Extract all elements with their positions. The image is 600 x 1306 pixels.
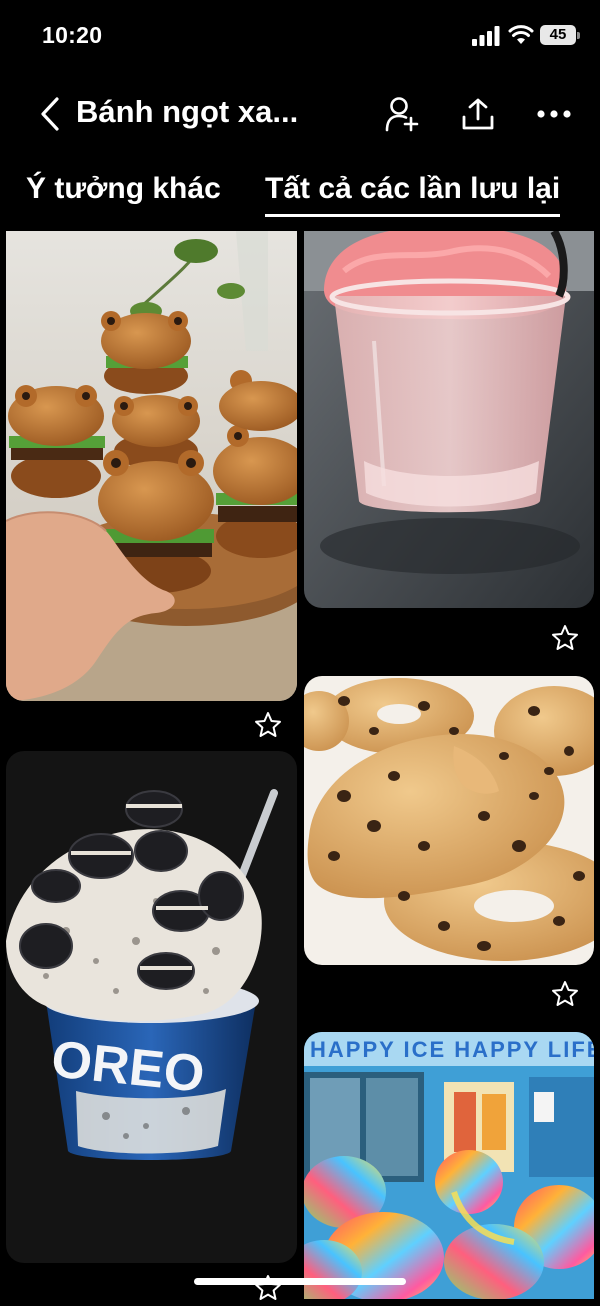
more-button[interactable] bbox=[532, 92, 576, 136]
status-time: 10:20 bbox=[42, 22, 103, 48]
save-star-button[interactable] bbox=[547, 976, 583, 1012]
pin-oreo-ice-cream[interactable]: OREO bbox=[6, 751, 297, 1263]
wifi-icon bbox=[508, 25, 534, 44]
save-star-button[interactable] bbox=[547, 620, 583, 656]
tab-all-saves[interactable]: Tất cả các lần lưu lại bbox=[265, 172, 561, 217]
pin-pink-slush[interactable] bbox=[304, 231, 594, 608]
board-header: Bánh ngọt xa... bbox=[0, 72, 600, 156]
pin-image-oreo-ice-cream: OREO bbox=[6, 751, 297, 1263]
star-icon bbox=[552, 981, 578, 1006]
board-tabs: Ý tưởng khác Tất cả các lần lưu lại bbox=[0, 172, 600, 230]
add-person-icon bbox=[385, 97, 419, 132]
save-star-button[interactable] bbox=[250, 1270, 286, 1306]
battery-icon: 45 bbox=[540, 25, 580, 45]
signal-icon bbox=[472, 26, 500, 46]
add-collaborator-button[interactable] bbox=[380, 92, 424, 136]
status-bar: 10:20 45 bbox=[0, 0, 600, 72]
back-chevron-icon bbox=[41, 97, 59, 131]
share-icon bbox=[462, 98, 494, 130]
battery-level: 45 bbox=[549, 26, 567, 43]
pin-image-pink-slush bbox=[304, 231, 594, 608]
pin-frog-burgers[interactable] bbox=[6, 231, 297, 701]
star-icon bbox=[255, 712, 281, 737]
star-icon bbox=[552, 625, 578, 650]
pin-image-frog-burgers bbox=[6, 231, 297, 701]
pin-cookie-donuts[interactable] bbox=[304, 676, 594, 965]
pin-image-cookie-donuts bbox=[304, 676, 594, 965]
board-title: Bánh ngọt xa... bbox=[76, 94, 299, 129]
home-indicator[interactable] bbox=[194, 1278, 406, 1285]
pin-rainbow-ice-cream[interactable]: HAPPY ICE HAPPY LIFE bbox=[304, 1032, 594, 1299]
more-icon bbox=[537, 110, 571, 118]
share-button[interactable] bbox=[456, 92, 500, 136]
save-star-button[interactable] bbox=[250, 707, 286, 743]
shop-sign-text: HAPPY ICE HAPPY LIFE bbox=[310, 1037, 594, 1062]
back-button[interactable] bbox=[30, 92, 70, 136]
pin-image-rainbow-ice-cream: HAPPY ICE HAPPY LIFE bbox=[304, 1032, 594, 1299]
tab-more-ideas[interactable]: Ý tưởng khác bbox=[26, 172, 221, 214]
